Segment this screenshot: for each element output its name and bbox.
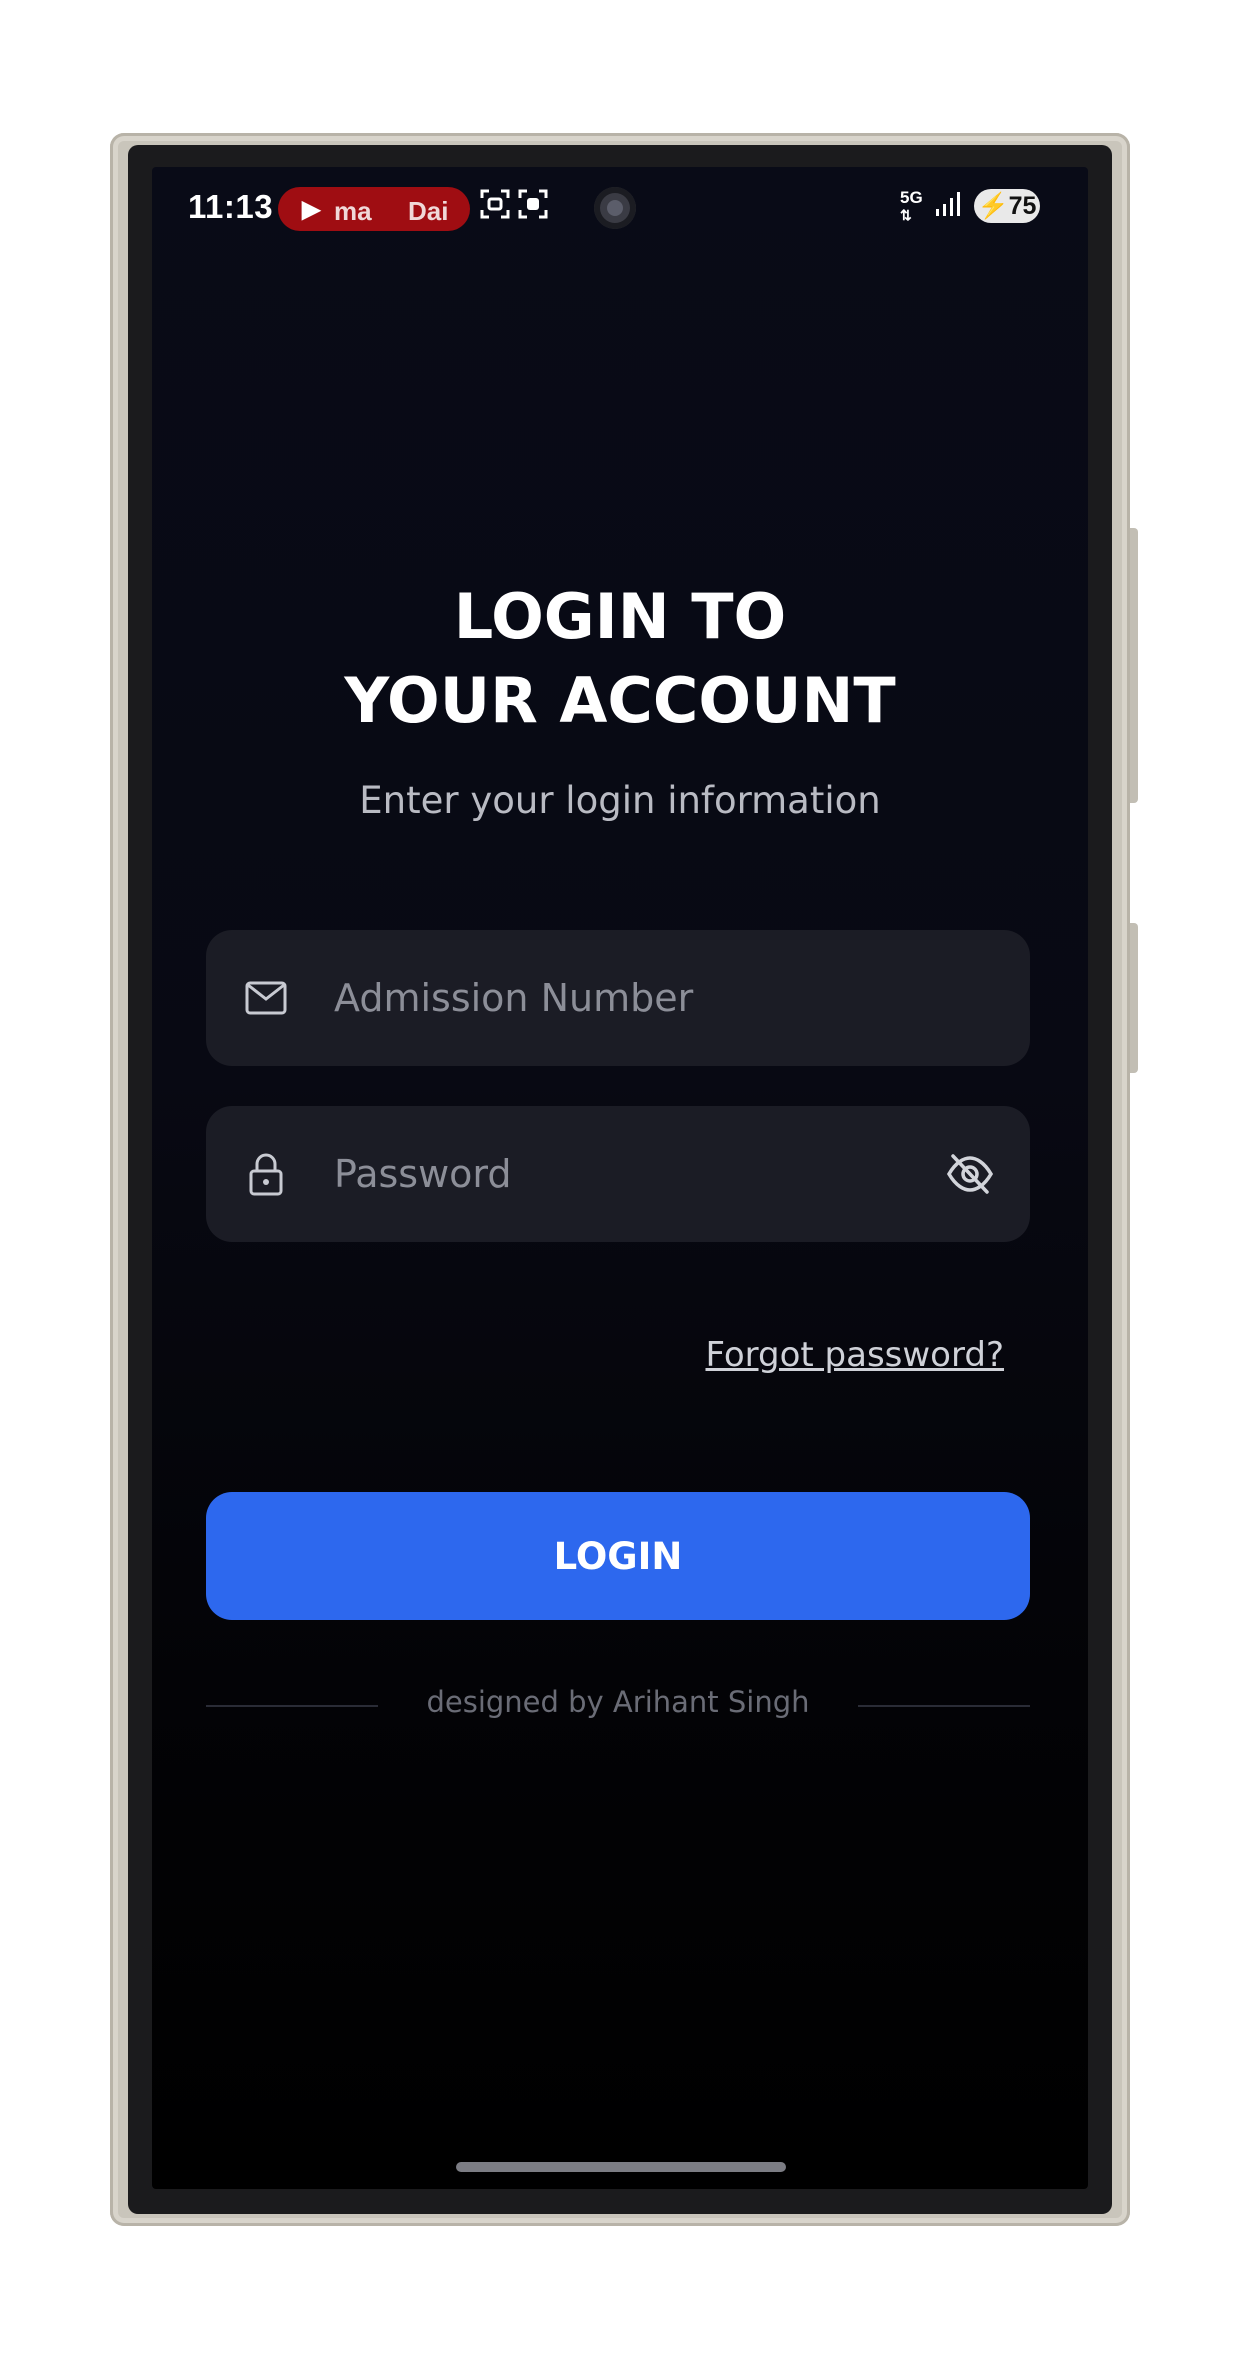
battery-level: 75 bbox=[1008, 192, 1037, 220]
volume-button bbox=[1130, 528, 1138, 803]
lock-icon bbox=[249, 1153, 283, 1196]
media-playback-chip[interactable]: ▶ ma Dai bbox=[278, 187, 470, 231]
media-title-part-1: ma bbox=[334, 196, 372, 226]
home-indicator[interactable] bbox=[456, 2162, 786, 2172]
login-button[interactable]: LOGIN bbox=[206, 1492, 1030, 1620]
charging-icon: ⚡ bbox=[977, 192, 1009, 220]
page-title: LOGIN TO YOUR ACCOUNT bbox=[152, 575, 1088, 743]
admission-number-input[interactable] bbox=[334, 930, 934, 1066]
password-field[interactable] bbox=[206, 1106, 1030, 1242]
status-time: 11:13 bbox=[188, 188, 274, 225]
password-input[interactable] bbox=[334, 1106, 934, 1242]
screen: 11:13 ▶ ma Dai 5G ⇅ ⚡75 LOGIN TO YOUR AC… bbox=[152, 167, 1088, 2189]
screen-record-icon bbox=[518, 189, 548, 219]
power-button bbox=[1130, 923, 1138, 1073]
title-line-1: LOGIN TO bbox=[453, 580, 787, 653]
play-icon: ▶ bbox=[302, 196, 321, 223]
battery-indicator: ⚡75 bbox=[974, 189, 1040, 223]
admission-number-field[interactable] bbox=[206, 930, 1030, 1066]
front-camera bbox=[594, 187, 636, 229]
footer-credit: designed by Arihant Singh bbox=[206, 1685, 1030, 1725]
network-type: 5G ⇅ bbox=[900, 188, 923, 223]
forgot-password-link[interactable]: Forgot password? bbox=[705, 1335, 1004, 1375]
eye-off-icon[interactable] bbox=[946, 1152, 994, 1196]
footer-divider-right bbox=[858, 1705, 1030, 1707]
status-bar: 11:13 ▶ ma Dai 5G ⇅ ⚡75 bbox=[152, 167, 1088, 257]
signal-icon bbox=[936, 192, 960, 216]
footer-text: designed by Arihant Singh bbox=[426, 1685, 810, 1719]
mail-icon bbox=[245, 981, 287, 1015]
screenshot-icon bbox=[480, 189, 510, 219]
title-line-2: YOUR ACCOUNT bbox=[344, 664, 896, 737]
page-subtitle: Enter your login information bbox=[359, 779, 881, 822]
media-title-part-2: Dai bbox=[408, 196, 449, 226]
